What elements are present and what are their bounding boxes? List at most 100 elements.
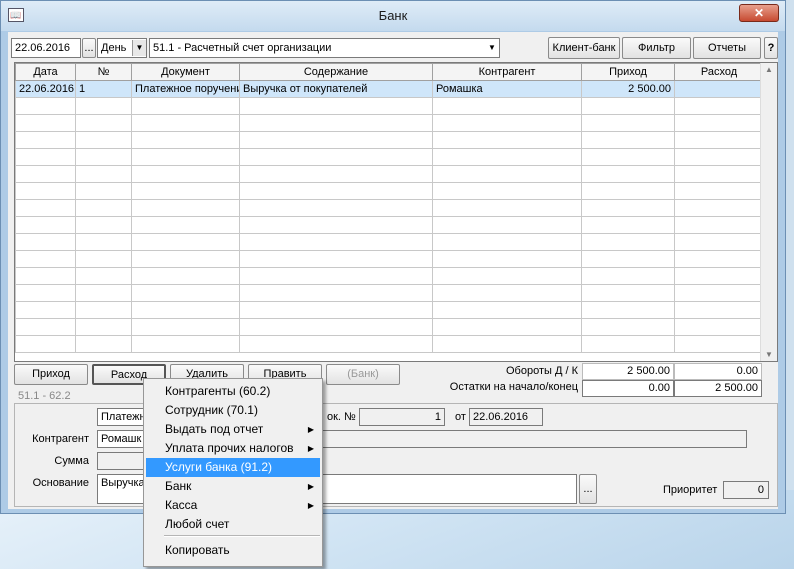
table-row[interactable] [15, 131, 764, 149]
table-cell [432, 284, 582, 302]
table-row[interactable] [15, 165, 764, 183]
income-button[interactable]: Приход [14, 364, 88, 385]
table-cell [131, 284, 240, 302]
table-cell [674, 233, 764, 251]
table-cell [432, 131, 582, 149]
column-header-date[interactable]: Дата [15, 63, 76, 81]
table-cell [75, 233, 132, 251]
bank-button[interactable]: (Банк) [326, 364, 400, 385]
table-row[interactable] [15, 318, 764, 336]
table-cell [15, 216, 76, 234]
table-cell [432, 267, 582, 285]
account-select[interactable]: 51.1 - Расчетный счет организации ▼ [149, 38, 500, 58]
table-cell [75, 165, 132, 183]
table-cell [131, 335, 240, 353]
table-row[interactable] [15, 267, 764, 285]
column-header-content[interactable]: Содержание [239, 63, 433, 81]
period-select[interactable]: День ▼ [97, 38, 147, 58]
doc-date-field[interactable]: 22.06.2016 [469, 408, 543, 426]
table-cell [581, 301, 675, 319]
table-row[interactable] [15, 216, 764, 234]
balance-end: 2 500.00 [674, 380, 762, 397]
table-cell [674, 97, 764, 115]
date-picker-button[interactable]: ... [82, 38, 96, 58]
reports-button[interactable]: Отчеты [693, 37, 761, 59]
basis-select-button[interactable]: ... [579, 474, 597, 504]
table-cell [131, 148, 240, 166]
column-header-expense[interactable]: Расход [674, 63, 764, 81]
table-cell [581, 131, 675, 149]
table-row[interactable] [15, 301, 764, 319]
table-row[interactable] [15, 182, 764, 200]
filter-button[interactable]: Фильтр [622, 37, 691, 59]
table-cell [674, 335, 764, 353]
table-row[interactable] [15, 233, 764, 251]
table-cell [131, 318, 240, 336]
menu-item-bank[interactable]: Банк ▶ [146, 477, 320, 496]
menu-item-counterparties[interactable]: Контрагенты (60.2) [146, 382, 320, 401]
menu-item-copy[interactable]: Копировать [146, 541, 320, 560]
table-cell [239, 284, 433, 302]
table-cell [75, 131, 132, 149]
table-cell [75, 199, 132, 217]
table-cell [581, 233, 675, 251]
help-button[interactable]: ? [764, 37, 778, 59]
table-cell [131, 233, 240, 251]
table-cell [239, 182, 433, 200]
menu-item-cash[interactable]: Касса ▶ [146, 496, 320, 515]
table-cell [75, 97, 132, 115]
table-row[interactable] [15, 148, 764, 166]
date-field[interactable]: 22.06.2016 [11, 38, 81, 58]
table-cell [674, 284, 764, 302]
scroll-down-icon[interactable]: ▼ [761, 350, 777, 359]
priority-field[interactable]: 0 [723, 481, 769, 499]
table-cell [432, 301, 582, 319]
table-cell [674, 199, 764, 217]
table-cell [432, 97, 582, 115]
table-row[interactable]: 22.06.2016 1 Платежное поручение Выручка… [15, 80, 764, 98]
menu-item-bank-services[interactable]: Услуги банка (91.2) [146, 458, 320, 477]
table-cell [239, 267, 433, 285]
doc-number-field[interactable]: 1 [359, 408, 445, 426]
table-row[interactable] [15, 97, 764, 115]
table-row[interactable] [15, 114, 764, 132]
client-bank-button[interactable]: Клиент-банк [548, 37, 620, 59]
table-cell [75, 335, 132, 353]
table-cell [674, 131, 764, 149]
table-cell [15, 318, 76, 336]
cell-expense [674, 80, 764, 98]
table-cell [674, 301, 764, 319]
table-cell [239, 131, 433, 149]
menu-item-advance[interactable]: Выдать под отчет ▶ [146, 420, 320, 439]
menu-item-other-taxes[interactable]: Уплата прочих налогов ▶ [146, 439, 320, 458]
table-row[interactable] [15, 250, 764, 268]
menu-item-any-account[interactable]: Любой счет [146, 515, 320, 534]
column-header-counterparty[interactable]: Контрагент [432, 63, 582, 81]
cell-number: 1 [75, 80, 132, 98]
scroll-up-icon[interactable]: ▲ [761, 65, 777, 74]
table-cell [581, 199, 675, 217]
close-button[interactable]: ✕ [739, 4, 779, 22]
table-cell [674, 267, 764, 285]
column-header-income[interactable]: Приход [581, 63, 675, 81]
table-cell [239, 301, 433, 319]
column-header-document[interactable]: Документ [131, 63, 240, 81]
menu-item-employee[interactable]: Сотрудник (70.1) [146, 401, 320, 420]
table-cell [15, 182, 76, 200]
table-cell [581, 165, 675, 183]
menu-item-label: Услуги банка (91.2) [165, 460, 273, 474]
balance-label: Остатки на начало/конец [449, 381, 578, 393]
account-value: 51.1 - Расчетный счет организации [153, 42, 332, 54]
table-cell [432, 318, 582, 336]
column-header-number[interactable]: № [75, 63, 132, 81]
table-cell [15, 301, 76, 319]
table-cell [15, 114, 76, 132]
table-row[interactable] [15, 335, 764, 353]
vertical-scrollbar[interactable]: ▲ ▼ [760, 63, 777, 361]
table-cell [75, 301, 132, 319]
table-cell [131, 165, 240, 183]
table-cell [239, 216, 433, 234]
table-row[interactable] [15, 284, 764, 302]
table-row[interactable] [15, 199, 764, 217]
cell-income: 2 500.00 [581, 80, 675, 98]
